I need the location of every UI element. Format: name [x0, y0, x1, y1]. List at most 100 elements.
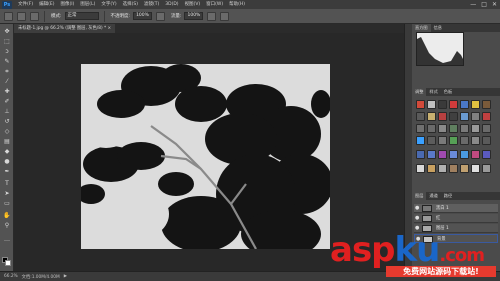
edit-toolbar-icon[interactable]: … [2, 236, 12, 244]
menu-filter[interactable]: 滤镜(T) [144, 0, 159, 9]
pen-tool-icon[interactable]: ✒ [2, 168, 12, 176]
move-tool-icon[interactable]: ✥ [2, 28, 12, 36]
quick-select-tool-icon[interactable]: ✎ [2, 58, 12, 66]
pressure-opacity-icon[interactable] [155, 11, 165, 21]
style-swatch[interactable] [416, 150, 425, 159]
tab-adjustments[interactable]: 调整 [412, 88, 427, 96]
airbrush-icon[interactable] [207, 11, 217, 21]
gradient-tool-icon[interactable]: ▤ [2, 138, 12, 146]
menu-layer[interactable]: 图层(L) [80, 0, 95, 9]
style-swatch[interactable] [460, 124, 469, 133]
style-swatch[interactable] [438, 112, 447, 121]
type-tool-icon[interactable]: T [2, 180, 12, 188]
stamp-tool-icon[interactable]: ⊥ [2, 108, 12, 116]
style-swatch[interactable] [482, 100, 491, 109]
style-swatch[interactable] [427, 100, 436, 109]
brush-size-icon[interactable] [17, 11, 26, 21]
history-brush-tool-icon[interactable]: ↺ [2, 118, 12, 126]
brush-tool-icon[interactable]: ✐ [2, 98, 12, 106]
eraser-tool-icon[interactable]: ◇ [2, 128, 12, 136]
eyedropper-tool-icon[interactable]: ⁄ [2, 78, 12, 86]
style-swatch[interactable] [449, 164, 458, 173]
style-swatch[interactable] [471, 124, 480, 133]
brush-panel-icon[interactable] [30, 11, 39, 21]
style-swatch[interactable] [416, 112, 425, 121]
style-swatch[interactable] [460, 112, 469, 121]
hand-tool-icon[interactable]: ✋ [2, 212, 12, 220]
menu-file[interactable]: 文件(F) [18, 0, 33, 9]
layer-row[interactable]: ● 红 [414, 214, 498, 223]
style-swatch[interactable] [471, 112, 480, 121]
document-tab[interactable]: 未标题-1.jpg @ 66.2% (调整 图层, 灰色/8) * × [14, 24, 116, 33]
menu-select[interactable]: 选择(S) [123, 0, 138, 9]
style-swatch[interactable] [449, 100, 458, 109]
mode-select[interactable]: 正常 [64, 12, 99, 20]
visibility-eye-icon[interactable]: ● [415, 215, 419, 222]
style-swatch[interactable] [427, 136, 436, 145]
style-swatch[interactable] [449, 124, 458, 133]
close-button[interactable]: ✕ [492, 1, 497, 8]
shape-tool-icon[interactable]: ▭ [2, 200, 12, 208]
tab-styles[interactable]: 样式 [426, 88, 441, 96]
tab-paths[interactable]: 路径 [440, 192, 456, 200]
style-swatch[interactable] [438, 136, 447, 145]
status-menu-arrow-icon[interactable]: ▶ [64, 274, 67, 279]
menu-help[interactable]: 帮助(H) [229, 0, 245, 9]
menu-view[interactable]: 视图(V) [185, 0, 201, 9]
layer-row[interactable]: ● 黑白 1 [414, 204, 498, 213]
style-swatch[interactable] [438, 124, 447, 133]
minimize-button[interactable]: — [470, 1, 476, 8]
style-swatch[interactable] [416, 124, 425, 133]
style-swatch[interactable] [416, 136, 425, 145]
opacity-field[interactable]: 100% [133, 12, 152, 20]
style-swatch[interactable] [427, 124, 436, 133]
tab-histogram[interactable]: 直方图 [412, 24, 431, 32]
menu-window[interactable]: 窗口(W) [206, 0, 223, 9]
style-swatch[interactable] [482, 112, 491, 121]
style-swatch[interactable] [427, 164, 436, 173]
style-swatch[interactable] [438, 150, 447, 159]
style-swatch[interactable] [482, 150, 491, 159]
tab-layers[interactable]: 图层 [412, 192, 427, 200]
style-swatch[interactable] [438, 100, 447, 109]
tab-info[interactable]: 信息 [430, 24, 445, 32]
zoom-level[interactable]: 66.2% [4, 274, 18, 279]
zoom-tool-icon[interactable]: ⚲ [2, 222, 12, 230]
style-swatch[interactable] [471, 164, 480, 173]
style-swatch[interactable] [460, 164, 469, 173]
menu-3d[interactable]: 3D(D) [165, 0, 178, 9]
visibility-eye-icon[interactable]: ● [415, 205, 419, 212]
style-swatch[interactable] [449, 136, 458, 145]
style-swatch[interactable] [482, 136, 491, 145]
dodge-tool-icon[interactable]: ● [2, 158, 12, 166]
style-swatch[interactable] [482, 124, 491, 133]
maximize-button[interactable]: □ [481, 1, 487, 8]
style-swatch[interactable] [427, 112, 436, 121]
style-swatch[interactable] [482, 164, 491, 173]
document-canvas[interactable] [81, 64, 330, 249]
tab-swatches[interactable]: 色板 [440, 88, 456, 96]
lasso-tool-icon[interactable]: ↄ [2, 48, 12, 56]
menu-type[interactable]: 文字(Y) [101, 0, 116, 9]
style-swatch[interactable] [416, 164, 425, 173]
style-swatch[interactable] [460, 150, 469, 159]
style-swatch[interactable] [460, 136, 469, 145]
blur-tool-icon[interactable]: ◆ [2, 148, 12, 156]
tab-channels[interactable]: 通道 [426, 192, 441, 200]
style-swatch[interactable] [471, 136, 480, 145]
marquee-tool-icon[interactable]: ⬚ [2, 38, 12, 46]
style-swatch[interactable] [471, 100, 480, 109]
menu-edit[interactable]: 编辑(E) [39, 0, 54, 9]
style-swatch[interactable] [427, 150, 436, 159]
background-color-swatch[interactable] [5, 260, 11, 266]
crop-tool-icon[interactable]: ⌗ [2, 68, 12, 76]
style-swatch[interactable] [449, 112, 458, 121]
style-swatch[interactable] [438, 164, 447, 173]
pressure-size-icon[interactable] [220, 11, 230, 21]
style-swatch[interactable] [449, 150, 458, 159]
brush-preset-icon[interactable] [4, 11, 13, 21]
style-swatch[interactable] [460, 100, 469, 109]
style-swatch[interactable] [416, 100, 425, 109]
healing-tool-icon[interactable]: ✚ [2, 88, 12, 96]
style-swatch[interactable] [471, 150, 480, 159]
